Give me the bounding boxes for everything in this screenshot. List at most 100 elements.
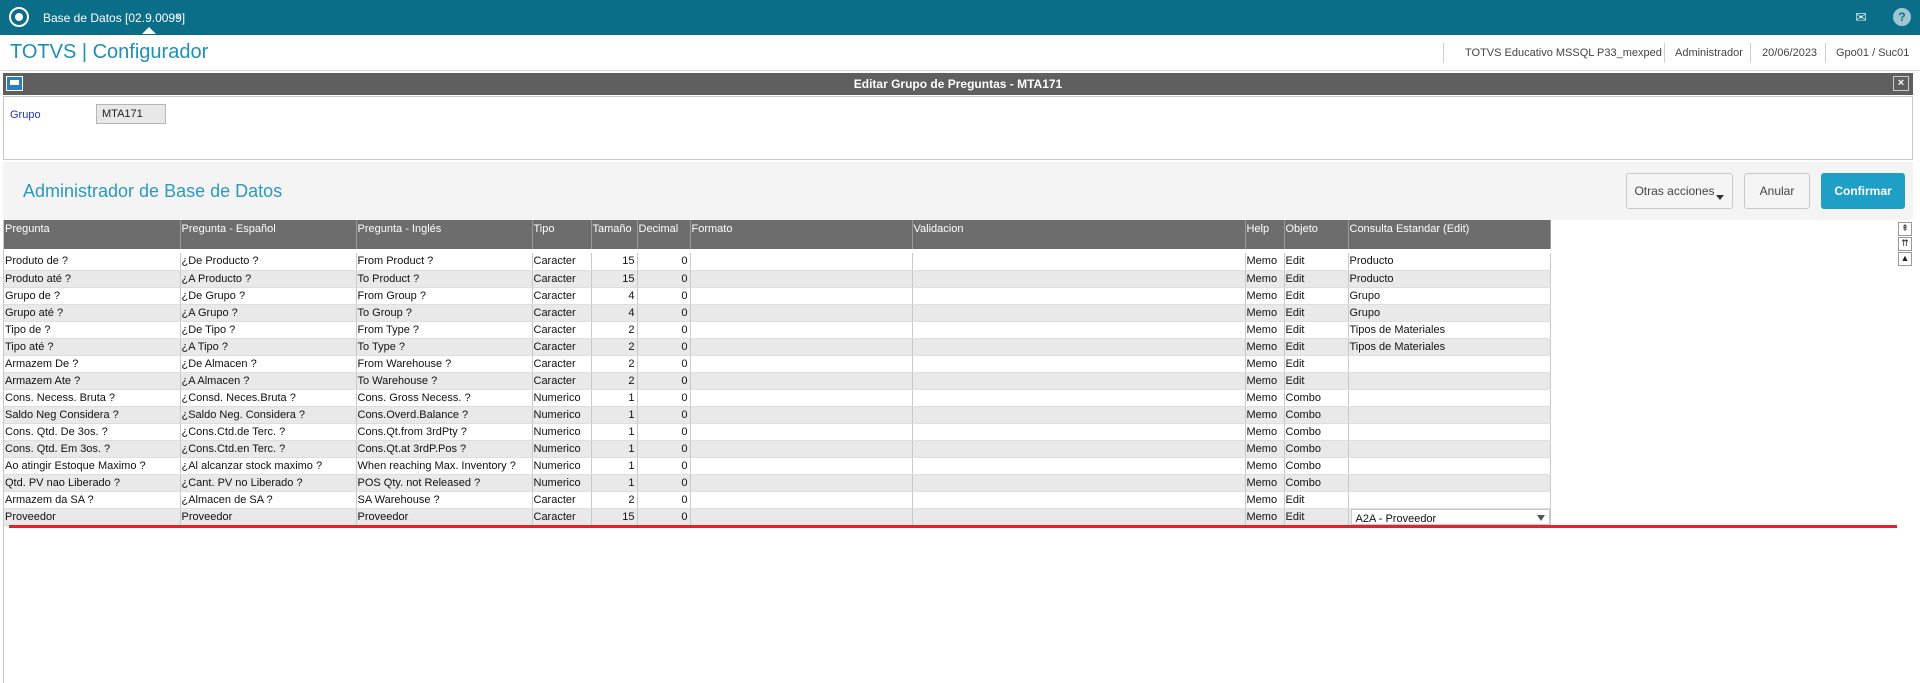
table-cell[interactable]: Edit xyxy=(1284,253,1349,271)
table-cell[interactable] xyxy=(912,270,1246,288)
table-cell[interactable]: 15 xyxy=(591,270,638,288)
table-cell[interactable]: Combo xyxy=(1284,406,1349,424)
table-row[interactable]: Saldo Neg Considera ? ¿Saldo Neg. Conside… xyxy=(4,406,1551,424)
table-cell[interactable]: Armazem Ate ? xyxy=(4,372,181,390)
table-row[interactable]: Tipo de ? ¿De Tipo ? From Type ? Caracter 2 0… xyxy=(4,321,1551,339)
table-cell[interactable]: Edit xyxy=(1284,270,1349,288)
table-cell[interactable] xyxy=(912,253,1246,271)
table-cell[interactable] xyxy=(690,321,913,339)
table-cell[interactable] xyxy=(912,508,1246,526)
table-row[interactable]: Armazem De ? ¿De Almacen ? From Warehouse … xyxy=(4,355,1551,373)
table-cell[interactable] xyxy=(690,491,913,509)
table-cell[interactable]: 1 xyxy=(591,440,638,458)
table-cell[interactable] xyxy=(912,440,1246,458)
table-cell[interactable] xyxy=(1348,372,1551,390)
table-cell[interactable]: Armazem da SA ? xyxy=(4,491,181,509)
table-cell[interactable]: 2 xyxy=(591,491,638,509)
table-cell[interactable]: From Product ? xyxy=(356,253,533,271)
table-cell[interactable]: 0 xyxy=(637,457,691,475)
table-cell[interactable]: 1 xyxy=(591,423,638,441)
table-cell[interactable]: Combo xyxy=(1284,474,1349,492)
table-cell[interactable]: Memo xyxy=(1245,253,1285,271)
table-cell[interactable]: Tipo de ? xyxy=(4,321,181,339)
table-cell[interactable]: Combo xyxy=(1284,440,1349,458)
table-cell[interactable] xyxy=(912,423,1246,441)
table-cell[interactable]: Caracter xyxy=(532,338,592,356)
table-cell[interactable]: ¿A Tipo ? xyxy=(180,338,357,356)
table-cell[interactable]: 1 xyxy=(591,406,638,424)
table-cell[interactable] xyxy=(1348,440,1551,458)
table-cell[interactable]: Caracter xyxy=(532,355,592,373)
table-cell[interactable]: 2 xyxy=(591,321,638,339)
column-header[interactable]: Help xyxy=(1245,220,1285,249)
table-cell[interactable]: 15 xyxy=(591,508,638,526)
column-header[interactable]: Tipo xyxy=(532,220,592,249)
table-cell[interactable]: ¿Cons.Ctd.de Terc. ? xyxy=(180,423,357,441)
table-cell[interactable]: Combo xyxy=(1284,457,1349,475)
table-cell[interactable] xyxy=(690,372,913,390)
table-cell[interactable]: Combo xyxy=(1284,389,1349,407)
column-header[interactable]: Pregunta xyxy=(4,220,181,249)
table-cell[interactable]: Cons. Qtd. De 3os. ? xyxy=(4,423,181,441)
table-cell[interactable]: 2 xyxy=(591,355,638,373)
table-cell[interactable] xyxy=(690,474,913,492)
table-cell[interactable]: Tipo até ? xyxy=(4,338,181,356)
table-cell[interactable]: ¿De Almacen ? xyxy=(180,355,357,373)
scroll-up-icon[interactable]: ▲ xyxy=(1898,252,1912,266)
table-cell[interactable]: 1 xyxy=(591,474,638,492)
confirm-button[interactable]: Confirmar xyxy=(1821,173,1905,209)
table-cell[interactable]: Saldo Neg Considera ? xyxy=(4,406,181,424)
column-header[interactable]: Consulta Estandar (Edit) xyxy=(1348,220,1551,249)
table-cell[interactable]: Edit xyxy=(1284,372,1349,390)
table-cell[interactable] xyxy=(690,389,913,407)
table-cell[interactable]: Caracter xyxy=(532,304,592,322)
column-header[interactable]: Pregunta - Español xyxy=(180,220,357,249)
table-cell[interactable]: Caracter xyxy=(532,321,592,339)
table-cell[interactable]: Cons.Qt.at 3rdP.Pos ? xyxy=(356,440,533,458)
table-cell[interactable] xyxy=(1348,474,1551,492)
table-row[interactable]: Cons. Qtd. Em 3os. ? ¿Cons.Ctd.en Terc. ?… xyxy=(4,440,1551,458)
table-cell[interactable] xyxy=(690,440,913,458)
table-cell[interactable]: 0 xyxy=(637,491,691,509)
table-row[interactable]: Proveedor Proveedor Proveedor Caracter 15 0 Me… xyxy=(4,508,1551,526)
table-cell[interactable]: 0 xyxy=(637,287,691,305)
scroll-top-icon[interactable]: ⇞ xyxy=(1898,222,1912,236)
table-cell[interactable] xyxy=(1348,457,1551,475)
table-row[interactable]: Qtd. PV nao Liberado ? ¿Cant. PV no Liber… xyxy=(4,474,1551,492)
table-cell[interactable]: 0 xyxy=(637,389,691,407)
table-cell[interactable]: POS Qty. not Released ? xyxy=(356,474,533,492)
table-cell[interactable]: 1 xyxy=(591,389,638,407)
table-cell[interactable] xyxy=(690,304,913,322)
table-cell[interactable]: ¿Al alcanzar stock maximo ? xyxy=(180,457,357,475)
table-cell[interactable]: Memo xyxy=(1245,355,1285,373)
table-cell[interactable] xyxy=(912,304,1246,322)
table-cell[interactable]: Producto xyxy=(1348,253,1551,271)
table-cell[interactable] xyxy=(690,253,913,271)
table-cell[interactable]: Caracter xyxy=(532,491,592,509)
table-cell[interactable]: 1 xyxy=(591,457,638,475)
table-cell[interactable]: A2A - Proveedor xyxy=(1348,508,1551,526)
table-cell[interactable]: ¿De Producto ? xyxy=(180,253,357,271)
table-row[interactable]: Tipo até ? ¿A Tipo ? To Type ? Caracter 2 0 Me… xyxy=(4,338,1551,356)
table-cell[interactable]: Memo xyxy=(1245,321,1285,339)
table-cell[interactable]: From Group ? xyxy=(356,287,533,305)
table-cell[interactable]: Memo xyxy=(1245,440,1285,458)
table-cell[interactable]: Edit xyxy=(1284,287,1349,305)
table-cell[interactable] xyxy=(912,406,1246,424)
table-cell[interactable]: Memo xyxy=(1245,406,1285,424)
table-cell[interactable]: Caracter xyxy=(532,253,592,271)
table-cell[interactable]: Edit xyxy=(1284,508,1349,526)
table-cell[interactable]: Combo xyxy=(1284,423,1349,441)
table-cell[interactable]: Tipos de Materiales xyxy=(1348,338,1551,356)
table-cell[interactable] xyxy=(1348,389,1551,407)
table-cell[interactable]: Qtd. PV nao Liberado ? xyxy=(4,474,181,492)
table-cell[interactable]: Caracter xyxy=(532,270,592,288)
table-cell[interactable]: Memo xyxy=(1245,457,1285,475)
table-cell[interactable]: Memo xyxy=(1245,372,1285,390)
table-cell[interactable]: Memo xyxy=(1245,287,1285,305)
app-logo-icon[interactable] xyxy=(9,7,29,27)
table-cell[interactable] xyxy=(912,457,1246,475)
table-row[interactable]: Cons. Qtd. De 3os. ? ¿Cons.Ctd.de Terc. ?… xyxy=(4,423,1551,441)
table-cell[interactable]: Caracter xyxy=(532,372,592,390)
table-cell[interactable]: ¿Saldo Neg. Considera ? xyxy=(180,406,357,424)
